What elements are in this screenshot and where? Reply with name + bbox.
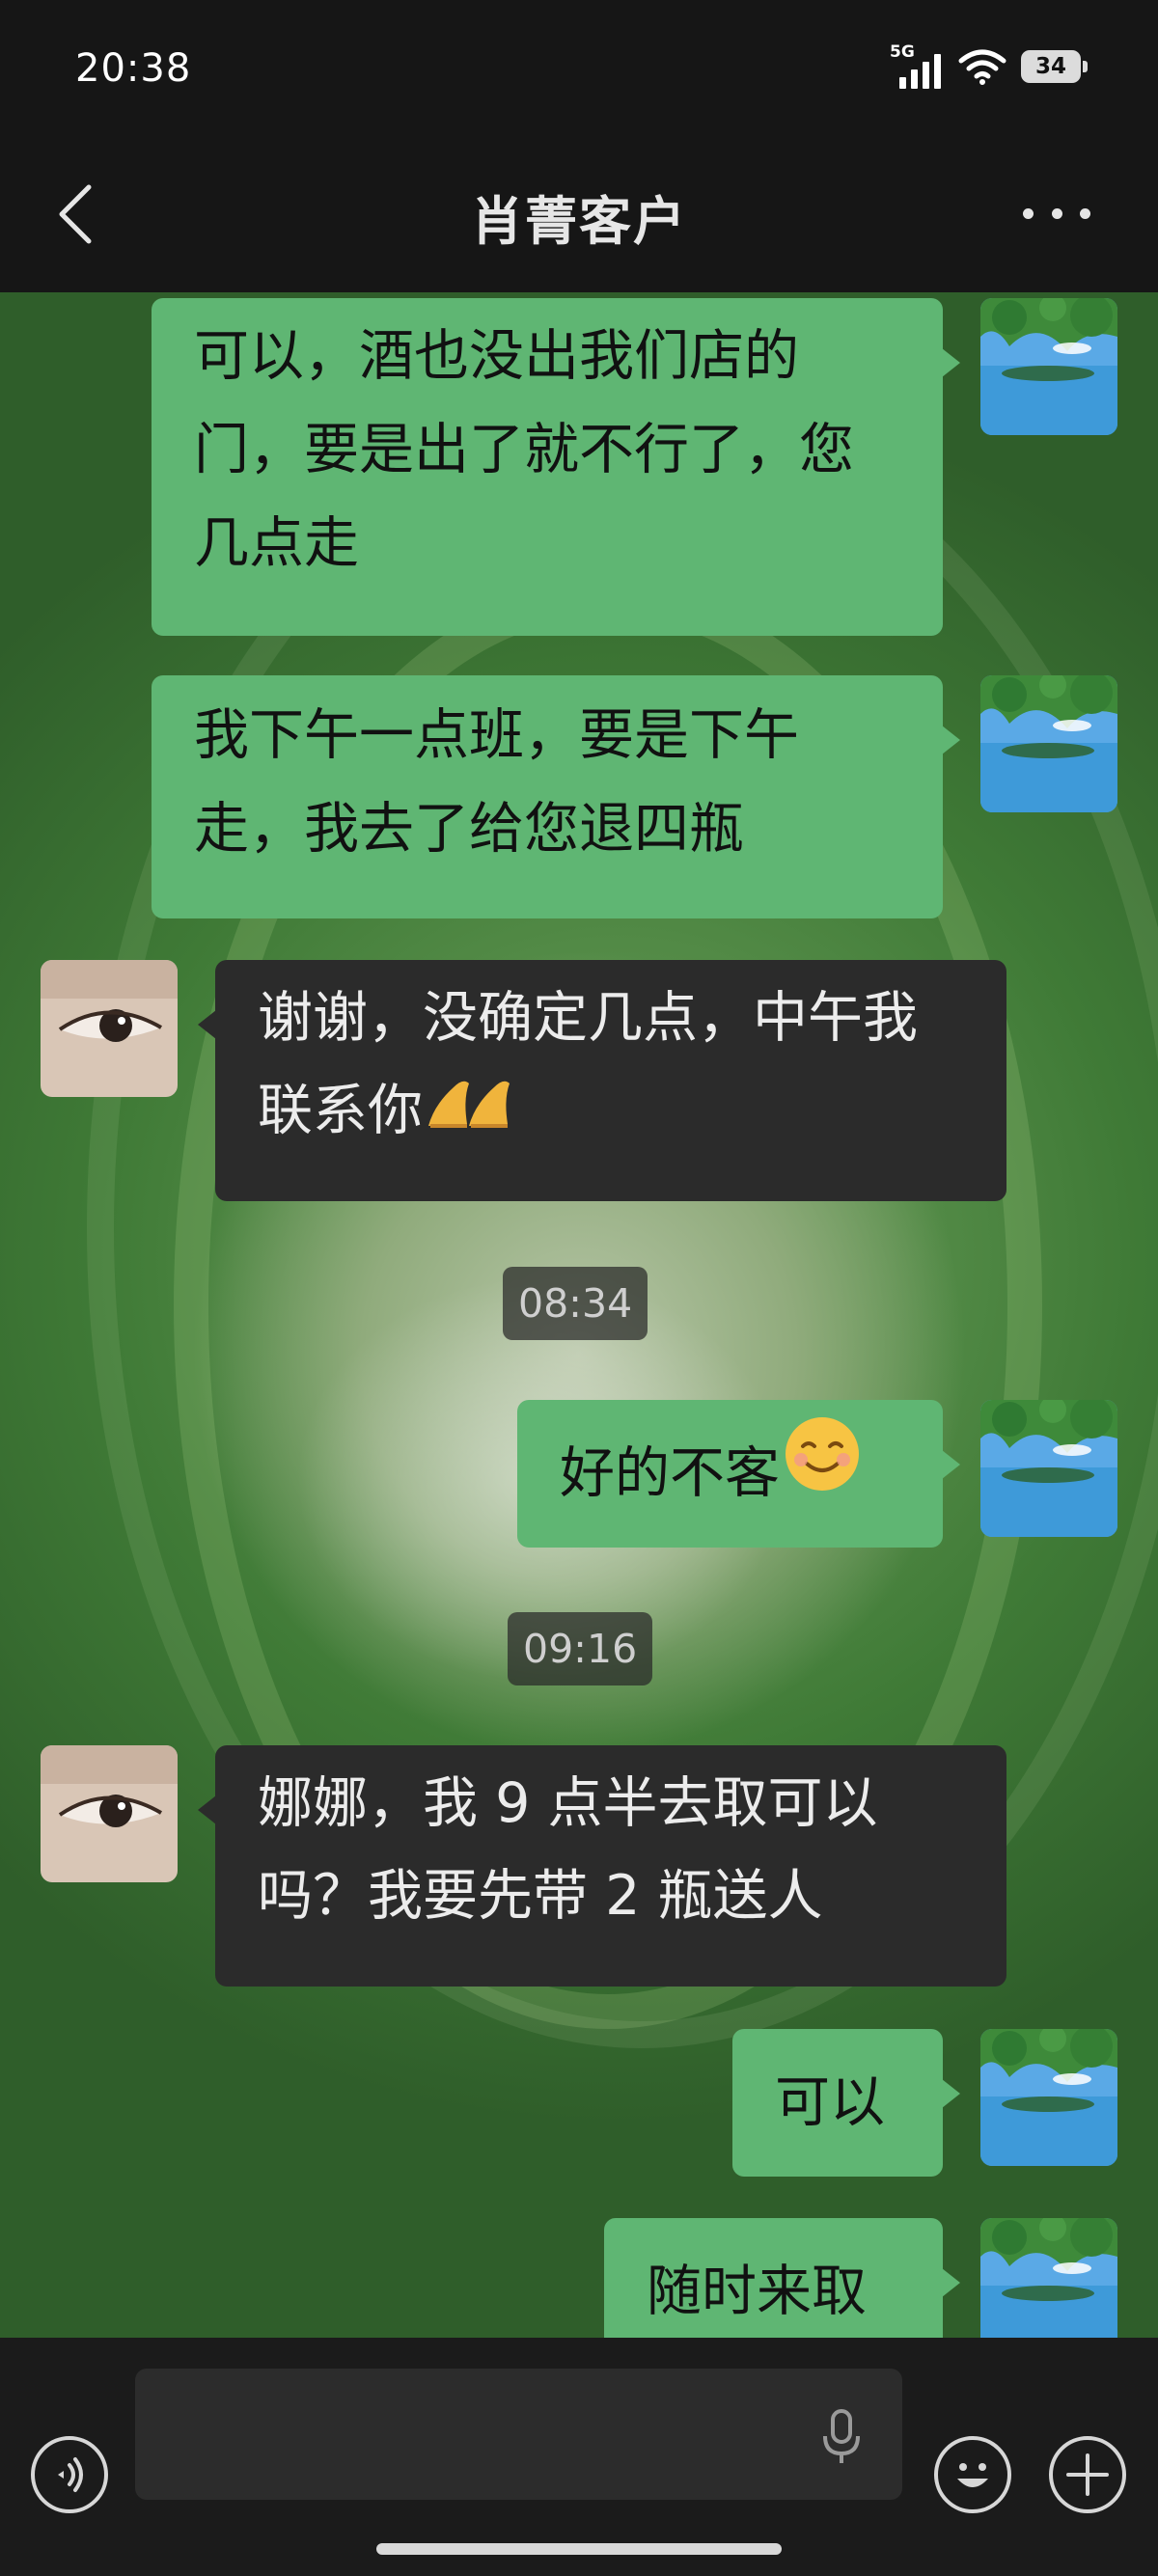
outgoing-message-bubble[interactable]: 我下午一点班，要是下午 走，我去了给您退四瓶 xyxy=(152,675,960,918)
landscape-avatar-icon xyxy=(980,298,1117,435)
landscape-avatar-icon xyxy=(980,675,1117,812)
add-attachment-button[interactable] xyxy=(1049,2436,1126,2513)
smiling-face-icon xyxy=(782,1403,863,1550)
message-text-line: 我下午一点班，要是下午 xyxy=(194,703,799,767)
message-text-line: 联系你 xyxy=(258,1064,964,1162)
message-text-line: 吗？我要先带 2 瓶送人 xyxy=(258,1864,823,1928)
incoming-message-bubble[interactable]: 娜娜，我 9 点半去取可以 吗？我要先带 2 瓶送人 xyxy=(198,1745,1006,1987)
incoming-message-bubble[interactable]: 谢谢，没确定几点，中午我 联系你 xyxy=(198,960,1006,1201)
message-text-line: 走，我去了给您退四瓶 xyxy=(194,797,744,861)
my-avatar[interactable] xyxy=(980,675,1117,812)
home-indicator[interactable] xyxy=(376,2543,782,2555)
contact-avatar[interactable] xyxy=(41,1745,178,1882)
landscape-avatar-icon xyxy=(980,2029,1117,2166)
contact-avatar[interactable] xyxy=(41,960,178,1097)
outgoing-message-bubble[interactable]: 可以，酒也没出我们店的 门，要是出了就不行了，您 几点走 xyxy=(152,298,960,636)
my-avatar[interactable] xyxy=(980,2029,1117,2166)
landscape-avatar-icon xyxy=(980,2218,1117,2338)
message-text-line: 可以，酒也没出我们店的 xyxy=(194,324,799,388)
message-timestamp: 08:34 xyxy=(503,1267,648,1340)
eye-avatar-icon xyxy=(41,1745,178,1882)
message-text-line: 谢谢，没确定几点，中午我 xyxy=(258,986,918,1050)
microphone-icon[interactable] xyxy=(820,2409,863,2467)
my-avatar[interactable] xyxy=(980,2218,1117,2338)
message-list: 可以，酒也没出我们店的 门，要是出了就不行了，您 几点走 我下午一点班，要是下午… xyxy=(0,0,1158,2338)
message-input[interactable] xyxy=(135,2369,902,2500)
emoji-button[interactable] xyxy=(934,2436,1011,2513)
message-text: 好的不客 xyxy=(560,1441,780,1505)
eye-avatar-icon xyxy=(41,960,178,1097)
my-avatar[interactable] xyxy=(980,1400,1117,1537)
emoji-face-icon xyxy=(957,2463,988,2487)
outgoing-message-bubble[interactable]: 可以 xyxy=(732,2029,960,2177)
message-text-line: 门，要是出了就不行了，您 xyxy=(194,418,854,481)
plus-icon xyxy=(1066,2453,1109,2496)
message-text: 可以 xyxy=(775,2070,885,2134)
chat-input-bar xyxy=(0,2338,1158,2576)
folded-hands-icon xyxy=(425,1066,517,1162)
message-timestamp: 09:16 xyxy=(508,1612,653,1685)
landscape-avatar-icon xyxy=(980,1400,1117,1537)
voice-input-button[interactable] xyxy=(31,2436,108,2513)
outgoing-message-bubble[interactable]: 随时来取 xyxy=(604,2218,960,2338)
outgoing-message-bubble[interactable]: 好的不客 xyxy=(517,1400,960,1550)
message-text-line: 娜娜，我 9 点半去取可以 xyxy=(258,1771,878,1835)
message-text: 随时来取 xyxy=(647,2260,867,2323)
message-text-line: 几点走 xyxy=(194,511,359,575)
message-text: 联系你 xyxy=(258,1079,423,1142)
my-avatar[interactable] xyxy=(980,298,1117,435)
voice-icon xyxy=(58,2457,83,2492)
